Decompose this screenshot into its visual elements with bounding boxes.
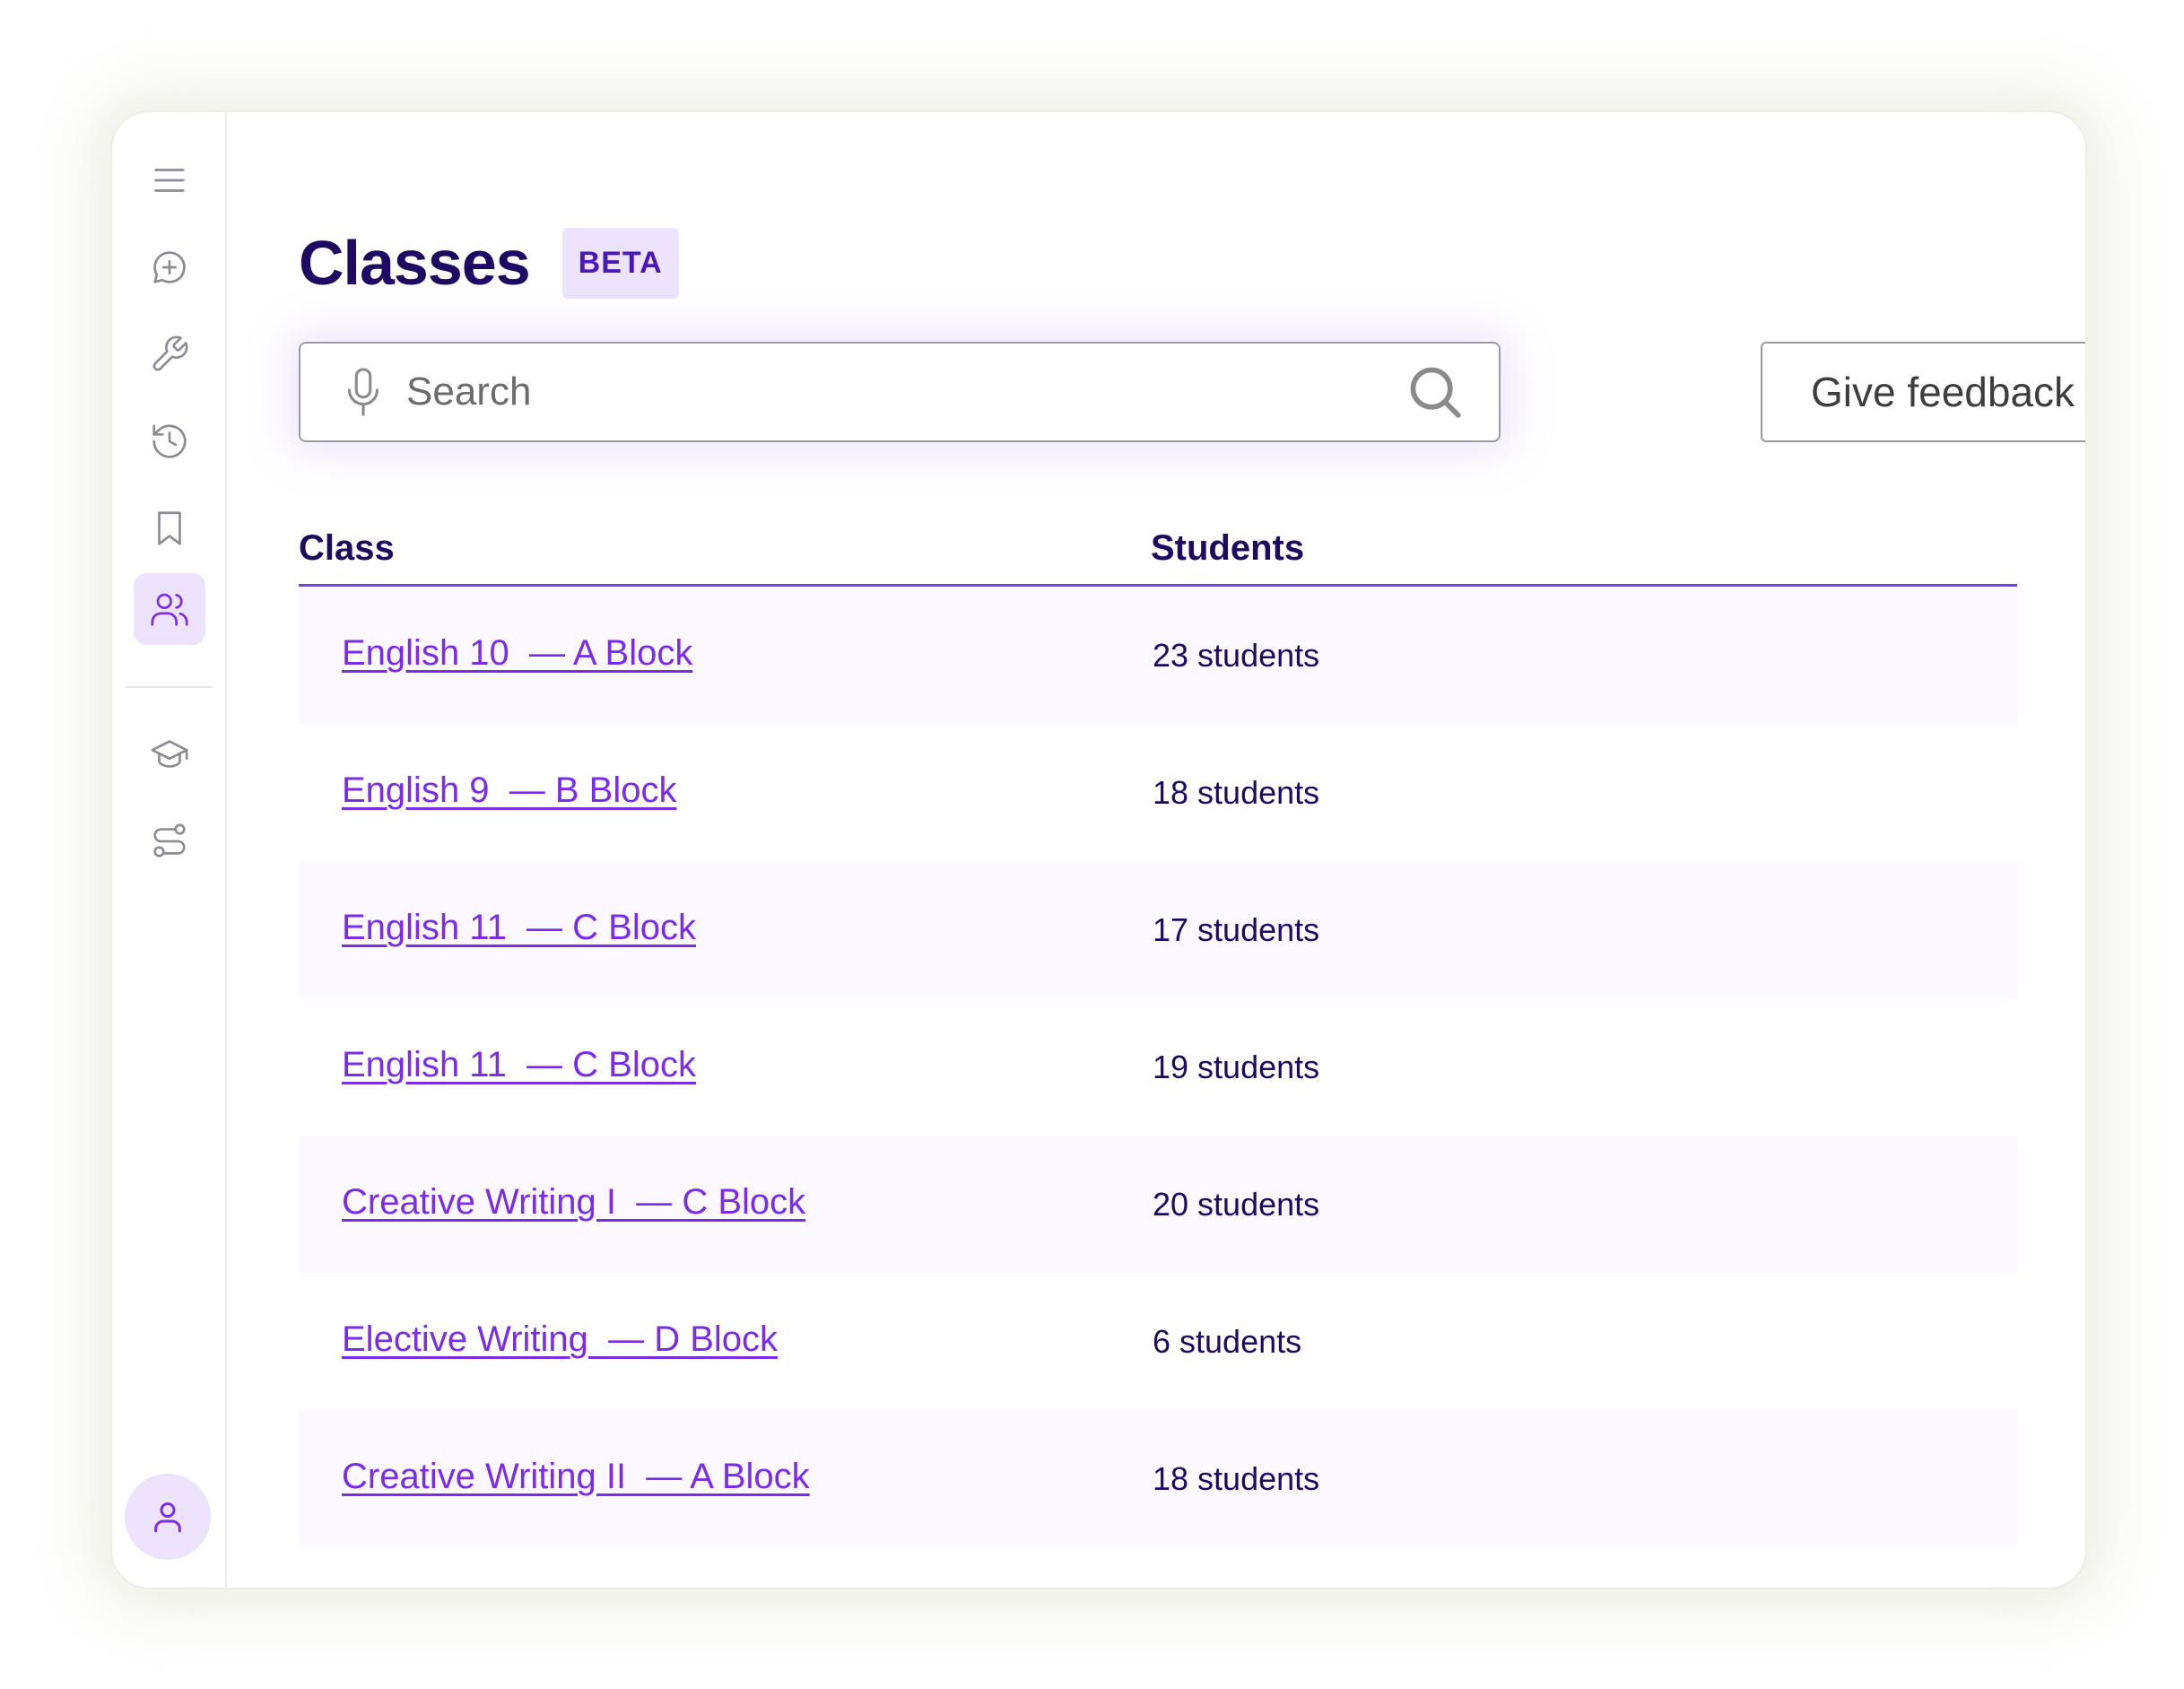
student-count: 19 students bbox=[1153, 1049, 1320, 1085]
class-link[interactable]: Creative Writing I — C Block bbox=[342, 1182, 805, 1223]
app-window: Classes BETA Give feedback bbox=[110, 110, 2087, 1589]
title-row: Classes BETA bbox=[299, 227, 679, 299]
class-link[interactable]: English 10 — A Block bbox=[342, 633, 692, 674]
student-count: 23 students bbox=[1153, 637, 1320, 674]
workflows-button[interactable] bbox=[134, 805, 205, 876]
search-box bbox=[299, 342, 1501, 442]
student-count: 18 students bbox=[1153, 774, 1320, 811]
user-icon bbox=[154, 1502, 181, 1533]
table-row: English 9 — B Block 18 students bbox=[299, 724, 2017, 861]
student-count: 17 students bbox=[1153, 911, 1320, 948]
class-link[interactable]: English 9 — B Block bbox=[342, 770, 677, 811]
column-header-class: Class bbox=[299, 528, 395, 568]
main-content: Classes BETA Give feedback bbox=[227, 112, 2085, 1588]
table-body: English 10 — A Block 23 students English… bbox=[299, 587, 2017, 1547]
table-row: Elective Writing — D Block 6 students bbox=[299, 1273, 2017, 1410]
users-icon bbox=[151, 593, 188, 626]
menu-button[interactable] bbox=[134, 144, 205, 216]
table-row: Creative Writing I — C Block 20 students bbox=[299, 1136, 2017, 1273]
class-link[interactable]: Creative Writing II — A Block bbox=[342, 1457, 810, 1497]
column-header-students: Students bbox=[1151, 528, 1305, 568]
classes-table: Class Students English 10 — A Block 23 s… bbox=[299, 489, 2017, 1547]
workflow-icon bbox=[153, 823, 186, 858]
wrench-icon bbox=[152, 335, 188, 371]
sidebar-divider bbox=[125, 686, 213, 688]
search-icon[interactable] bbox=[1407, 364, 1463, 420]
table-row: English 11 — C Block 17 students bbox=[299, 861, 2017, 998]
graduation-cap-icon bbox=[151, 740, 188, 768]
give-feedback-button[interactable]: Give feedback bbox=[1761, 342, 2085, 442]
bookmark-icon bbox=[158, 511, 181, 545]
table-row: English 11 — C Block 19 students bbox=[299, 998, 2017, 1136]
sidebar bbox=[112, 112, 227, 1588]
beta-badge: BETA bbox=[561, 227, 679, 299]
tools-button[interactable] bbox=[134, 318, 205, 390]
history-icon bbox=[152, 424, 187, 458]
table-header: Class Students bbox=[299, 489, 2017, 587]
search-input[interactable] bbox=[405, 369, 1407, 415]
student-count: 18 students bbox=[1153, 1460, 1320, 1497]
student-count: 6 students bbox=[1153, 1323, 1302, 1360]
user-avatar[interactable] bbox=[125, 1474, 211, 1560]
table-row: Creative Writing II — A Block 18 student… bbox=[299, 1410, 2017, 1547]
saved-button[interactable] bbox=[134, 492, 205, 564]
table-row: English 10 — A Block 23 students bbox=[299, 587, 2017, 724]
menu-icon bbox=[154, 169, 185, 192]
page-title: Classes bbox=[299, 228, 531, 298]
student-count: 20 students bbox=[1153, 1186, 1320, 1223]
new-chat-icon bbox=[153, 251, 186, 283]
learning-button[interactable] bbox=[134, 718, 205, 789]
class-link[interactable]: English 11 — C Block bbox=[342, 1045, 696, 1085]
history-button[interactable] bbox=[134, 405, 205, 477]
class-link[interactable]: English 11 — C Block bbox=[342, 908, 696, 948]
class-link[interactable]: Elective Writing — D Block bbox=[342, 1319, 778, 1360]
microphone-icon[interactable] bbox=[342, 366, 385, 418]
classes-button[interactable] bbox=[134, 573, 205, 645]
new-chat-button[interactable] bbox=[134, 231, 205, 303]
